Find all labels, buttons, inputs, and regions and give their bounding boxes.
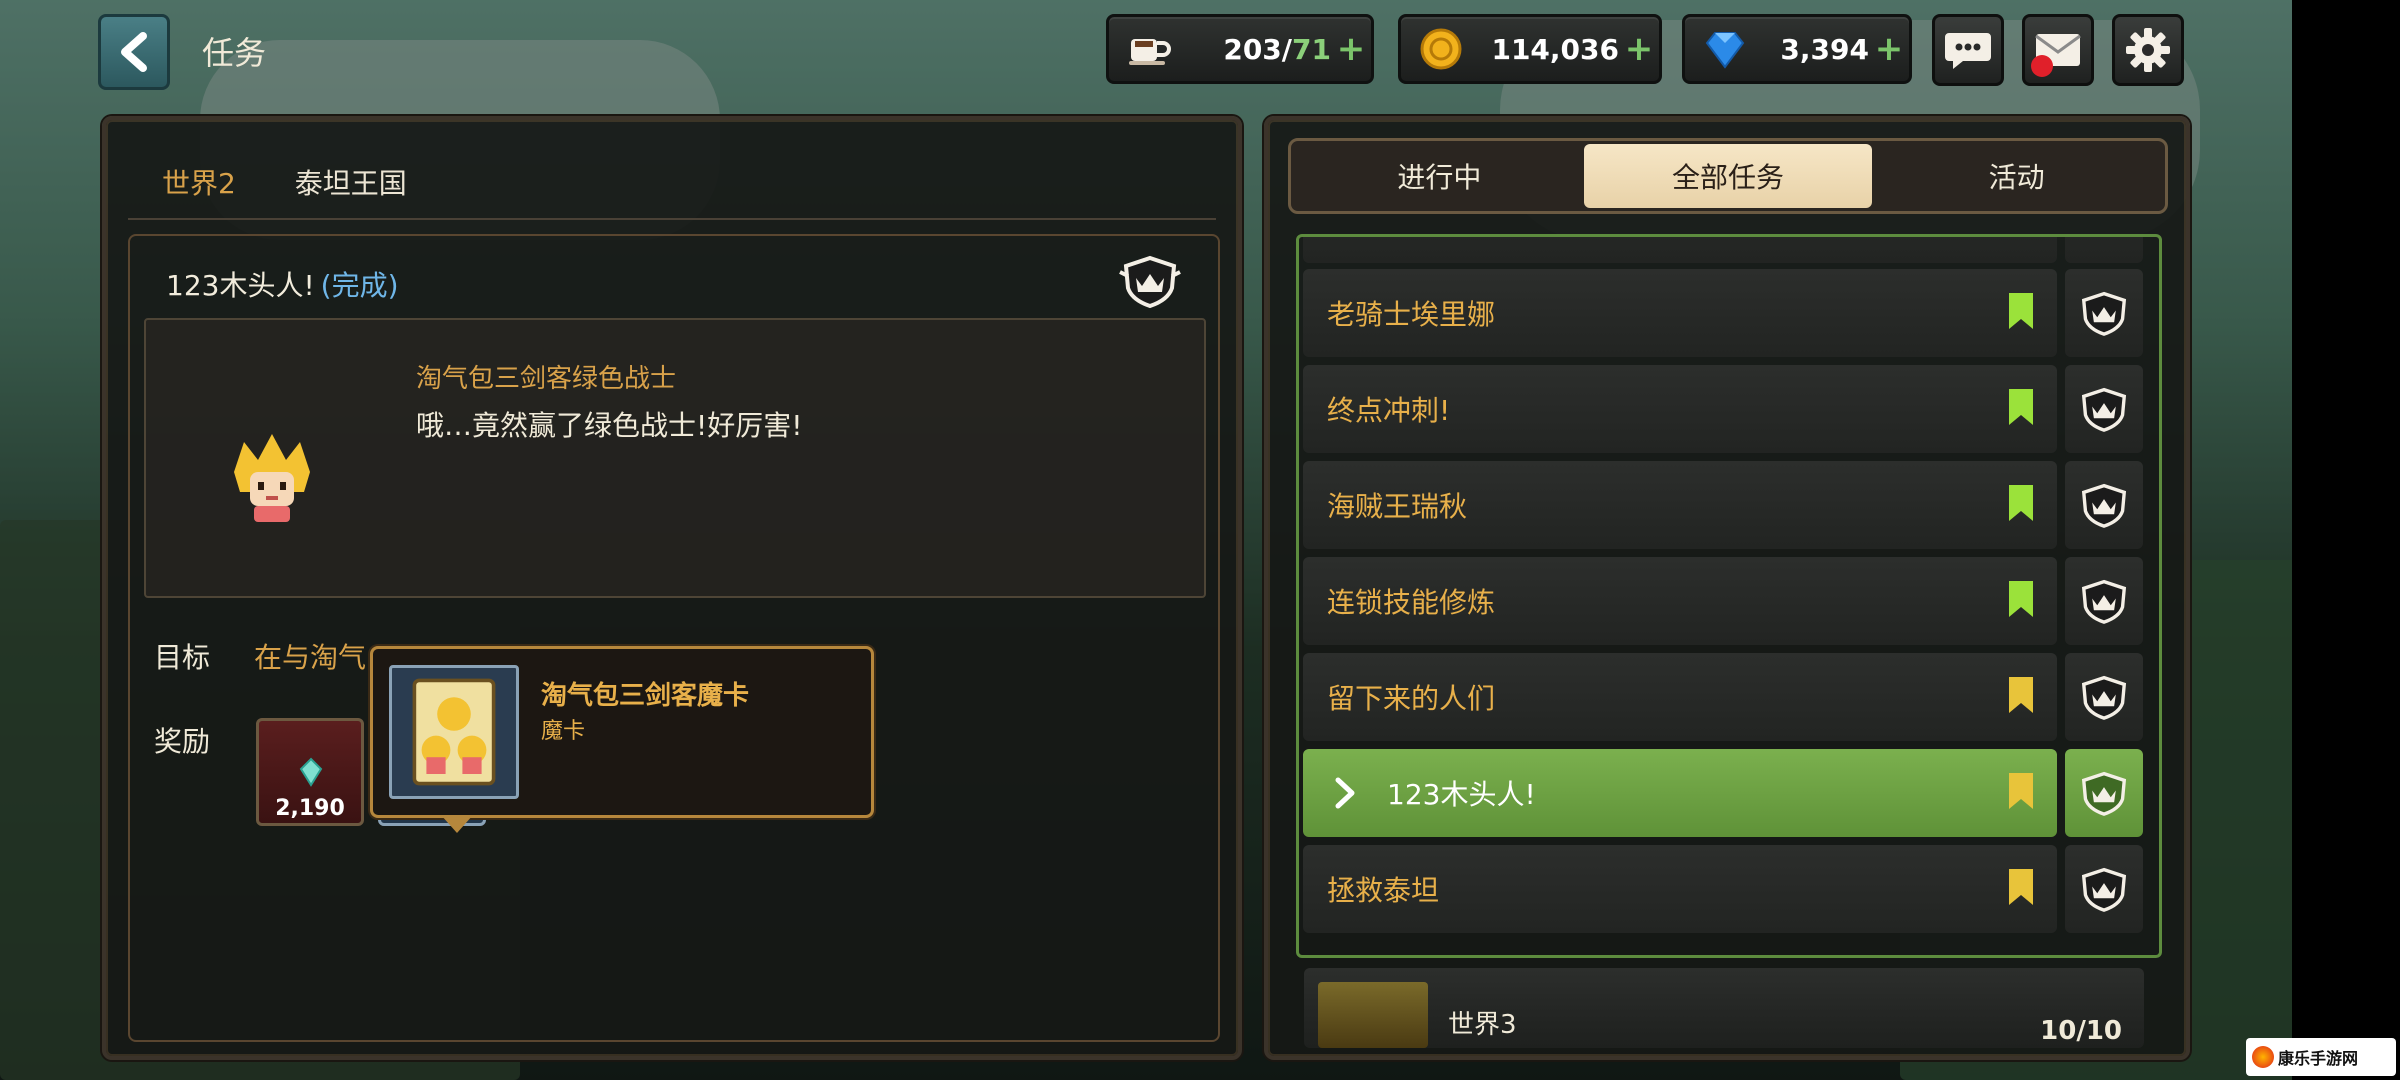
crystal-icon bbox=[299, 757, 323, 787]
notification-dot bbox=[2031, 55, 2053, 77]
divider bbox=[128, 218, 1216, 220]
watermark-logo: 康乐手游网 bbox=[2246, 1038, 2396, 1076]
crown-shield-icon bbox=[2065, 461, 2143, 549]
chat-button[interactable] bbox=[1932, 14, 2004, 86]
quest-name: 老骑士埃里娜 bbox=[1327, 298, 1496, 331]
world-name: 世界2 bbox=[162, 167, 236, 200]
crown-shield-icon bbox=[2065, 845, 2143, 933]
coffee-cup-icon bbox=[1121, 21, 1177, 77]
world-thumbnail bbox=[1318, 982, 1428, 1048]
next-world-row[interactable]: 世界3 10/10 bbox=[1304, 968, 2144, 1048]
list-item[interactable]: 连锁技能修炼 bbox=[1303, 557, 2057, 645]
stamina-counter[interactable]: 203/71 + bbox=[1106, 14, 1374, 84]
bookmark-icon bbox=[2007, 237, 2035, 241]
speaker-name: 淘气包三剑客绿色战士 bbox=[416, 364, 677, 394]
crown-shield-icon bbox=[2065, 557, 2143, 645]
gold-value: 114,036 bbox=[1491, 32, 1619, 66]
quest-name: 连锁技能修炼 bbox=[1327, 586, 1496, 619]
gold-counter[interactable]: 114,036 + bbox=[1398, 14, 1662, 84]
tab-in-progress[interactable]: 进行中 bbox=[1295, 144, 1584, 208]
reward-label: 奖励 bbox=[154, 725, 211, 758]
page-title: 任务 bbox=[202, 34, 267, 72]
quest-name: 123木头人! bbox=[1387, 778, 1536, 811]
settings-button[interactable] bbox=[2112, 14, 2184, 86]
list-item[interactable]: 留下来的人们 bbox=[1303, 653, 2057, 741]
stamina-max: 71 bbox=[1292, 32, 1331, 66]
back-button[interactable] bbox=[98, 14, 170, 90]
next-world-progress: 10/10 bbox=[2040, 1016, 2122, 1046]
quest-name: 海贼王瑞秋 bbox=[1327, 490, 1468, 523]
world-breadcrumb: 世界2 泰坦王国 bbox=[162, 162, 407, 202]
chat-bubble-icon bbox=[1945, 33, 1991, 69]
quest-detail-panel: 世界2 泰坦王国 123木头人! (完成) 淘气包三剑客绿色战士 哦…竟然赢了绿色… bbox=[102, 116, 1242, 1060]
reward-gem-slot[interactable]: 2,190 bbox=[256, 718, 364, 826]
bookmark-icon bbox=[2007, 771, 2035, 815]
quest-name: 拯救泰坦 bbox=[1327, 874, 1440, 907]
quest-name: 留下来的人们 bbox=[1327, 682, 1496, 715]
crown-shield-icon bbox=[2065, 237, 2143, 263]
quest-list[interactable]: 老骑士埃里娜 终点冲刺! 海贼王瑞秋 连锁技能修炼 留下来的人们 123木头人! bbox=[1296, 234, 2162, 958]
crown-shield-icon bbox=[2065, 653, 2143, 741]
tab-events[interactable]: 活动 bbox=[1872, 144, 2161, 208]
item-tooltip: 淘气包三剑客魔卡 魔卡 bbox=[370, 646, 874, 833]
gold-coin-icon bbox=[1413, 21, 1469, 77]
next-world-name: 世界3 bbox=[1448, 1010, 1517, 1040]
tooltip-item-type: 魔卡 bbox=[541, 719, 586, 744]
chevron-left-icon bbox=[121, 32, 147, 72]
quest-title: 123木头人! (完成) bbox=[166, 264, 399, 304]
quest-tabs: 进行中 全部任务 活动 bbox=[1288, 138, 2168, 214]
stamina-value: 203 bbox=[1223, 32, 1282, 66]
bookmark-icon bbox=[2007, 867, 2035, 911]
goal-text: 在与淘气 bbox=[254, 641, 367, 674]
goal-label: 目标 bbox=[154, 641, 211, 674]
crown-shield-icon bbox=[1118, 254, 1182, 312]
blue-gem-icon bbox=[1697, 21, 1753, 77]
chevron-right-icon bbox=[1335, 777, 1355, 809]
quest-detail-frame: 123木头人! (完成) 淘气包三剑客绿色战士 哦…竟然赢了绿色战士!好厉害! 目… bbox=[128, 234, 1220, 1042]
screen-edge bbox=[2292, 0, 2400, 1080]
list-item[interactable]: 终点冲刺! bbox=[1303, 365, 2057, 453]
character-sprite bbox=[224, 432, 320, 532]
crown-shield-icon bbox=[2065, 365, 2143, 453]
watermark-icon bbox=[2252, 1046, 2274, 1068]
add-gold-button[interactable]: + bbox=[1619, 29, 1659, 69]
list-item-selected[interactable]: 123木头人! bbox=[1303, 749, 2057, 837]
list-item[interactable]: 海贼王瑞秋 bbox=[1303, 461, 2057, 549]
speech-text: 哦…竟然赢了绿色战士!好厉害! bbox=[416, 409, 803, 442]
kingdom-name: 泰坦王国 bbox=[294, 167, 407, 200]
tooltip-pointer bbox=[441, 815, 473, 833]
magic-card-icon bbox=[412, 678, 496, 786]
bookmark-icon bbox=[2007, 675, 2035, 719]
dialog-box: 淘气包三剑客绿色战士 哦…竟然赢了绿色战士!好厉害! bbox=[144, 318, 1206, 598]
tab-all-quests[interactable]: 全部任务 bbox=[1583, 144, 1873, 208]
watermark-text: 康乐手游网 bbox=[2278, 1049, 2359, 1068]
gear-icon bbox=[2126, 28, 2170, 72]
bookmark-icon bbox=[2007, 387, 2035, 431]
add-stamina-button[interactable]: + bbox=[1331, 29, 1371, 69]
bookmark-icon bbox=[2007, 483, 2035, 527]
reward-gem-count: 2,190 bbox=[275, 796, 345, 821]
tooltip-card-thumb bbox=[389, 665, 519, 799]
gem-counter[interactable]: 3,394 + bbox=[1682, 14, 1912, 84]
tooltip-item-name: 淘气包三剑客魔卡 bbox=[541, 681, 750, 711]
add-gems-button[interactable]: + bbox=[1869, 29, 1909, 69]
mail-button[interactable] bbox=[2022, 14, 2094, 86]
list-item[interactable]: 拯救泰坦 bbox=[1303, 845, 2057, 933]
quest-status: (完成) bbox=[320, 269, 399, 302]
list-item[interactable] bbox=[1303, 237, 2057, 263]
bookmark-icon bbox=[2007, 291, 2035, 335]
quest-name: 终点冲刺! bbox=[1327, 394, 1451, 427]
quest-title-text: 123木头人! bbox=[166, 269, 315, 302]
list-item[interactable]: 老骑士埃里娜 bbox=[1303, 269, 2057, 357]
bookmark-icon bbox=[2007, 579, 2035, 623]
crown-shield-icon bbox=[2065, 269, 2143, 357]
crown-shield-icon bbox=[2065, 749, 2143, 837]
gem-value: 3,394 bbox=[1780, 32, 1869, 66]
quest-list-panel: 进行中 全部任务 活动 老骑士埃里娜 终点冲刺! 海贼王瑞秋 连锁技能修炼 留下… bbox=[1264, 116, 2190, 1060]
